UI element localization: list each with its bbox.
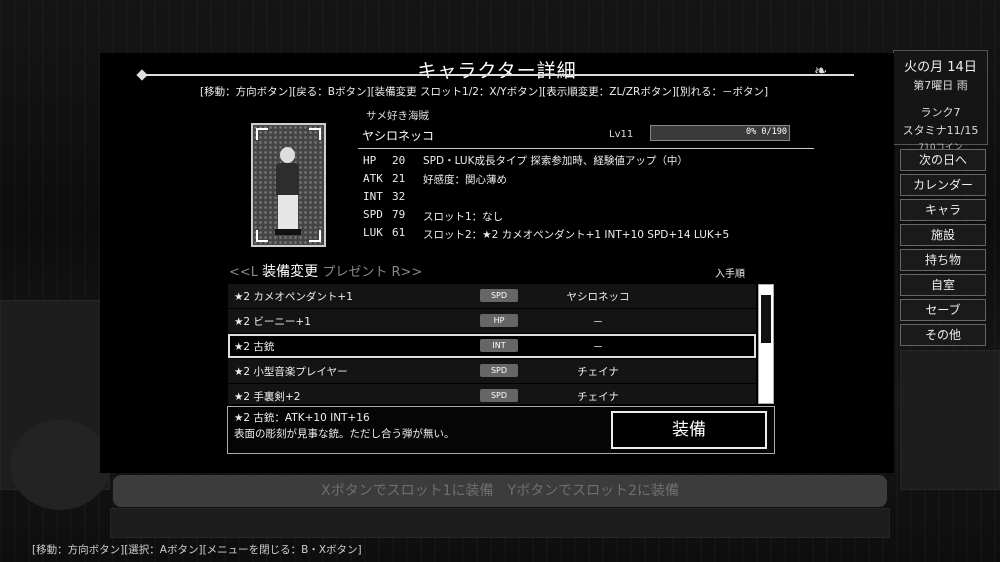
title-underline xyxy=(142,74,854,76)
item-owner: チェイナ xyxy=(577,391,619,403)
list-item-selected[interactable]: ★2 古銃 INT － xyxy=(228,334,756,358)
character-level: Lv11 xyxy=(609,129,634,140)
date-label: 火の月 14日 xyxy=(904,60,977,75)
item-name: ★2 カメオペンダント+1 xyxy=(234,291,353,303)
menu-my-room[interactable]: 自室 xyxy=(900,274,986,296)
background-tree xyxy=(10,420,110,510)
tab-bar: <<L 装備変更 プレゼント R>> xyxy=(229,261,422,281)
scrollbar-thumb[interactable] xyxy=(761,295,771,343)
item-name: ★2 手裏剣+2 xyxy=(234,391,301,403)
equip-button[interactable]: 装備 xyxy=(611,411,767,449)
stat-badge: INT xyxy=(480,339,518,352)
name-divider xyxy=(358,148,814,149)
list-item[interactable]: ★2 手裏剣+2 SPD チェイナ xyxy=(228,384,756,404)
character-sprite-body xyxy=(276,163,299,195)
dialog-title: キャラクター詳細 xyxy=(417,60,577,82)
controls-help-bottom: [移動：方向ボタン][選択：Aボタン][メニューを閉じる：B・Xボタン] xyxy=(32,544,362,556)
equip-hint-bar: Xボタンでスロット1に装備 Yボタンでスロット2に装備 xyxy=(113,475,887,507)
title-ornament-curl: ❧ xyxy=(814,61,828,80)
tab-present[interactable]: プレゼント xyxy=(322,265,387,280)
menu-characters[interactable]: キャラ xyxy=(900,199,986,221)
stat-spd: SPD 79 xyxy=(363,208,406,221)
stat-badge: SPD xyxy=(480,364,518,377)
character-detail-dialog: キャラクター詳細 ❧ [移動：方向ボタン][戻る：Bボタン][装備変更 スロット… xyxy=(100,53,894,473)
list-item[interactable]: ★2 ビーニー+1 HP － xyxy=(228,309,756,333)
portrait-corner xyxy=(256,128,268,140)
portrait-corner xyxy=(256,230,268,242)
character-title: サメ好き海賊 xyxy=(366,110,429,122)
stat-luk: LUK 61 xyxy=(363,226,406,239)
controls-help-top: [移動：方向ボタン][戻る：Bボタン][装備変更 スロット1/2：X/Yボタン]… xyxy=(200,86,769,98)
date-status-panel: 火の月 14日 第7曜日 雨 ランク7 スタミナ11/15 710コイン xyxy=(893,50,988,153)
stat-badge: HP xyxy=(480,314,518,327)
item-name: ★2 ビーニー+1 xyxy=(234,316,311,328)
menu-other[interactable]: その他 xyxy=(900,324,986,346)
item-owner: － xyxy=(592,341,604,353)
sort-order-label[interactable]: 入手順 xyxy=(715,265,745,280)
item-detail-stats: ★2 古銃：ATK+10 INT+16 xyxy=(234,412,370,424)
equipment-list: ★2 カメオペンダント+1 SPD ヤシロネッコ ★2 ビーニー+1 HP － … xyxy=(228,284,756,404)
portrait-corner xyxy=(309,128,321,140)
item-name: ★2 古銃 xyxy=(234,341,275,353)
weekday-weather-label: 第7曜日 雨 xyxy=(913,79,968,92)
menu-facilities[interactable]: 施設 xyxy=(900,224,986,246)
tab-next-arrow[interactable]: R>> xyxy=(391,265,422,280)
item-owner: － xyxy=(592,316,604,328)
character-name: ヤシロネッコ xyxy=(362,129,435,143)
character-sprite-head xyxy=(280,147,295,163)
menu-save[interactable]: セーブ xyxy=(900,299,986,321)
exp-bar: 0% 0/190 xyxy=(650,125,790,141)
item-detail-description: 表面の彫刻が見事な銃。ただし合う弾が無い。 xyxy=(234,428,455,440)
background-building xyxy=(900,350,1000,490)
item-owner: ヤシロネッコ xyxy=(566,291,630,303)
menu-next-day[interactable]: 次の日へ xyxy=(900,149,986,171)
tab-equipment-change[interactable]: 装備変更 xyxy=(262,264,318,280)
stat-badge: SPD xyxy=(480,289,518,302)
stat-list: HP 20 ATK 21 INT 32 SPD 79 LUK 61 xyxy=(363,154,405,244)
list-scrollbar[interactable] xyxy=(758,284,774,404)
background-street xyxy=(110,508,890,538)
character-sprite-feet xyxy=(275,229,301,235)
item-name: ★2 小型音楽プレイヤー xyxy=(234,366,348,378)
growth-type: SPD・LUK成長タイプ 探索参加時、経験値アップ（中） xyxy=(423,155,688,167)
character-sprite-legs xyxy=(278,195,298,229)
stat-badge: SPD xyxy=(480,389,518,402)
stat-int: INT 32 xyxy=(363,190,406,203)
portrait-corner xyxy=(309,230,321,242)
side-menu: 次の日へ カレンダー キャラ 施設 持ち物 自室 セーブ その他 xyxy=(900,149,986,349)
list-item[interactable]: ★2 カメオペンダント+1 SPD ヤシロネッコ xyxy=(228,284,756,308)
equip-slot-2: スロット2：★2 カメオペンダント+1 INT+10 SPD+14 LUK+5 xyxy=(423,229,730,241)
character-description: SPD・LUK成長タイプ 探索参加時、経験値アップ（中） 好感度：関心薄め スロ… xyxy=(423,152,729,245)
equip-slot-1: スロット1：なし xyxy=(423,210,504,223)
stat-atk: ATK 21 xyxy=(363,172,406,185)
item-detail-panel: ★2 古銃：ATK+10 INT+16 表面の彫刻が見事な銃。ただし合う弾が無い… xyxy=(227,406,775,454)
stamina-label: スタミナ11/15 xyxy=(902,124,979,137)
rank-label: ランク7 xyxy=(920,106,961,119)
tab-prev-arrow[interactable]: <<L xyxy=(229,265,258,280)
item-owner: チェイナ xyxy=(577,366,619,378)
menu-calendar[interactable]: カレンダー xyxy=(900,174,986,196)
menu-inventory[interactable]: 持ち物 xyxy=(900,249,986,271)
affinity: 好感度：関心薄め xyxy=(423,173,507,186)
exp-text: 0% 0/190 xyxy=(746,127,787,137)
stat-hp: HP 20 xyxy=(363,154,406,167)
list-item[interactable]: ★2 小型音楽プレイヤー SPD チェイナ xyxy=(228,359,756,383)
character-portrait xyxy=(251,123,326,247)
